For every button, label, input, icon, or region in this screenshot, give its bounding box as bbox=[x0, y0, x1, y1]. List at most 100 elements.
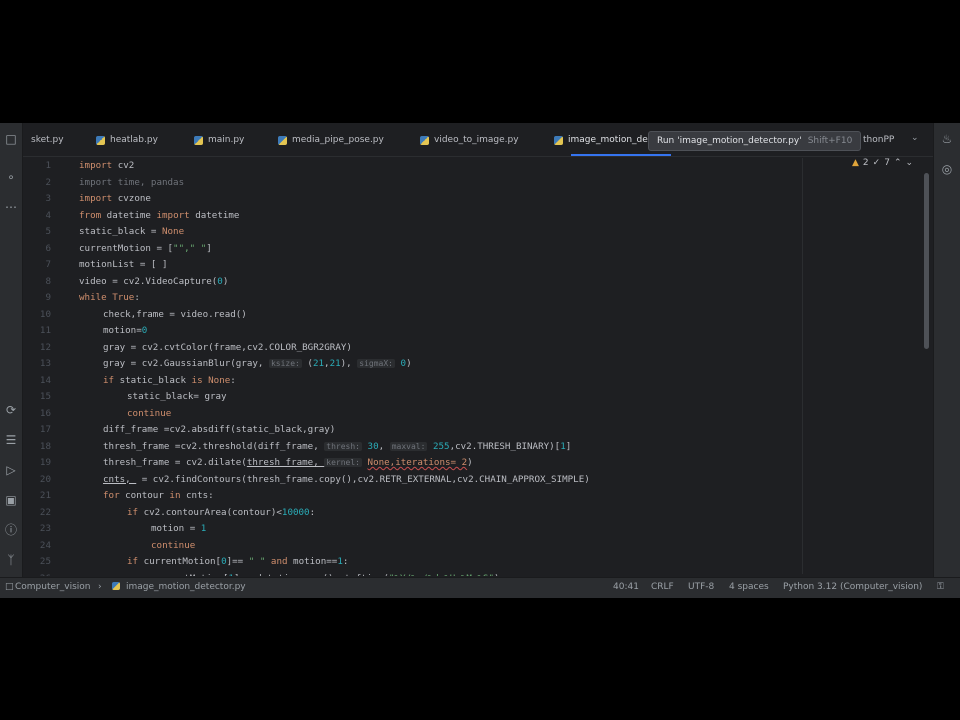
line-number: 25 bbox=[39, 556, 51, 567]
run-tooltip: Run 'image_motion_detector.py' Shift+F10 bbox=[648, 131, 862, 151]
line-number: 2 bbox=[45, 176, 51, 188]
line-number: 7 bbox=[45, 259, 51, 270]
status-bar: □ Computer_vision › image_motion_detecto… bbox=[0, 577, 960, 598]
line-number: 21 bbox=[39, 490, 51, 501]
code-text: motion = 1 bbox=[151, 523, 207, 534]
code-line[interactable]: 5 static_black = None bbox=[23, 224, 803, 240]
code-text: continue bbox=[151, 539, 196, 551]
code-text: continue bbox=[127, 407, 172, 419]
line-number: 26 bbox=[23, 571, 51, 577]
breadcrumb-project[interactable]: Computer_vision bbox=[15, 582, 90, 592]
code-line[interactable]: 2 import time, pandas bbox=[23, 175, 803, 191]
code-line[interactable]: 14 if static_black is None: bbox=[23, 373, 803, 389]
code-text: currentMotion[1] = datetime.now().strfti… bbox=[151, 571, 500, 577]
git-icon[interactable]: ᛉ bbox=[3, 552, 19, 568]
weak-warning-count: 7 bbox=[884, 158, 890, 168]
run-icon[interactable]: ▷ bbox=[3, 462, 19, 478]
line-number: 9 bbox=[45, 292, 51, 303]
line-number: 10 bbox=[39, 308, 51, 320]
line-number: 15 bbox=[39, 391, 51, 402]
python-interpreter[interactable]: Python 3.12 (Computer_vision) bbox=[783, 582, 922, 592]
code-line[interactable]: 23 motion = 1 bbox=[23, 521, 803, 537]
code-text: check,frame = video.read() bbox=[103, 308, 247, 320]
lock-icon[interactable]: ⚿ bbox=[937, 582, 944, 592]
line-number: 17 bbox=[39, 424, 51, 435]
code-line[interactable]: 12 gray = cv2.cvtColor(frame,cv2.COLOR_BG… bbox=[23, 340, 803, 356]
python-packages-icon[interactable]: ⟳ bbox=[3, 402, 19, 418]
inspection-widget[interactable]: ▲ 2 ✓ 7 ⌃ ⌄ bbox=[852, 158, 913, 168]
code-line[interactable]: 9 while True: bbox=[23, 290, 803, 306]
tab-overflow[interactable]: thonPP bbox=[863, 132, 894, 148]
code-text: gray = cv2.cvtColor(frame,cv2.COLOR_BGR2… bbox=[103, 341, 352, 353]
code-text: import cv2 bbox=[79, 160, 135, 171]
tab-media-pipe-pose[interactable]: media_pipe_pose.py bbox=[278, 132, 384, 148]
line-number: 3 bbox=[45, 193, 51, 204]
code-line[interactable]: 11 motion=0 bbox=[23, 323, 803, 339]
code-line[interactable]: 22 if cv2.contourArea(contour)<10000: bbox=[23, 505, 803, 521]
line-separator[interactable]: CRLF bbox=[651, 582, 674, 592]
code-line[interactable]: 1 import cv2 bbox=[23, 158, 803, 174]
python-file-icon bbox=[420, 135, 429, 145]
code-line[interactable]: 24 continue bbox=[23, 538, 803, 554]
more-tools-icon[interactable]: ⋯ bbox=[3, 199, 19, 215]
tab-main[interactable]: main.py bbox=[194, 132, 244, 148]
code-line[interactable]: 8 video = cv2.VideoCapture(0) bbox=[23, 274, 803, 290]
line-number: 1 bbox=[45, 160, 51, 171]
code-line[interactable]: 7 motionList = [ ] bbox=[23, 257, 803, 273]
code-line[interactable]: 4 from datetime import datetime bbox=[23, 208, 803, 224]
line-number: 20 bbox=[39, 473, 51, 485]
code-text: thresh_frame =cv2.threshold(diff_frame, … bbox=[103, 440, 572, 452]
warning-count: 2 bbox=[862, 158, 869, 168]
code-line[interactable]: 17 diff_frame =cv2.absdiff(static_black,g… bbox=[23, 422, 803, 438]
previous-highlight-icon[interactable]: ⌃ bbox=[894, 158, 902, 168]
line-number: 12 bbox=[39, 341, 51, 353]
code-line[interactable]: 16 continue bbox=[23, 406, 803, 422]
line-number: 23 bbox=[39, 523, 51, 534]
tab-image-motion-detector[interactable]: image_motion_de bbox=[554, 132, 648, 148]
breadcrumb-file[interactable]: image_motion_detector.py bbox=[126, 582, 246, 592]
caret-position[interactable]: 40:41 bbox=[613, 582, 639, 592]
terminal-icon[interactable]: ▣ bbox=[3, 492, 19, 508]
file-encoding[interactable]: UTF-8 bbox=[688, 582, 714, 592]
code-line[interactable]: 25 if currentMotion[0]== " " and motion==… bbox=[23, 554, 803, 570]
editor-scrollbar[interactable] bbox=[924, 173, 929, 349]
code-line[interactable]: 19 thresh_frame = cv2.dilate(thresh_frame… bbox=[23, 455, 803, 471]
structure-icon[interactable]: ∘ bbox=[3, 169, 19, 185]
code-line[interactable]: 15 static_black= gray bbox=[23, 389, 803, 405]
code-text: static_black= gray bbox=[127, 391, 227, 402]
indent-setting[interactable]: 4 spaces bbox=[729, 582, 769, 592]
line-number: 24 bbox=[39, 539, 51, 551]
line-number: 11 bbox=[39, 325, 51, 336]
tab-list-chevron-icon[interactable]: ⌄ bbox=[911, 133, 919, 143]
line-number: 13 bbox=[39, 358, 51, 369]
code-text: cnts,_ = cv2.findContours(thresh_frame.c… bbox=[103, 473, 590, 485]
problems-icon[interactable]: ⓘ bbox=[3, 522, 19, 538]
weak-warning-icon: ✓ bbox=[872, 158, 881, 168]
breadcrumb-separator-icon: › bbox=[98, 582, 102, 592]
notifications-icon[interactable]: ♨ bbox=[939, 131, 955, 147]
code-line[interactable]: 10 check,frame = video.read() bbox=[23, 307, 803, 323]
line-number: 5 bbox=[45, 226, 51, 237]
line-number: 18 bbox=[39, 440, 51, 452]
layers-icon[interactable]: ☰ bbox=[3, 432, 19, 448]
code-text: for contour in cnts: bbox=[103, 490, 214, 501]
tab-sket[interactable]: sket.py bbox=[31, 132, 64, 148]
code-line[interactable]: 21 for contour in cnts: bbox=[23, 488, 803, 504]
code-text: if static_black is None: bbox=[103, 374, 236, 386]
ai-assistant-icon[interactable]: ◎ bbox=[939, 161, 955, 177]
python-file-icon bbox=[96, 135, 105, 145]
code-line[interactable]: 20 cnts,_ = cv2.findContours(thresh_frame… bbox=[23, 472, 803, 488]
code-text: currentMotion = [""," "] bbox=[79, 242, 212, 254]
code-line[interactable]: 6 currentMotion = [""," "] bbox=[23, 241, 803, 257]
project-folder-icon[interactable]: □ bbox=[3, 131, 19, 147]
code-text: import time, pandas bbox=[79, 176, 185, 188]
tab-video-to-image[interactable]: video_to_image.py bbox=[420, 132, 519, 148]
next-highlight-icon[interactable]: ⌄ bbox=[905, 158, 913, 168]
code-line[interactable]: 13 gray = cv2.GaussianBlur(gray, ksize: (… bbox=[23, 356, 803, 372]
tab-heatlab[interactable]: heatlab.py bbox=[96, 132, 158, 148]
warning-icon: ▲ bbox=[852, 158, 859, 168]
code-line[interactable]: 26 currentMotion[1] = datetime.now().strf… bbox=[23, 571, 803, 577]
code-line[interactable]: 18 thresh_frame =cv2.threshold(diff_frame… bbox=[23, 439, 803, 455]
code-editor[interactable]: 1 import cv2 2 import time, pandas 3 import c… bbox=[23, 157, 933, 576]
code-line[interactable]: 3 import cvzone bbox=[23, 191, 803, 207]
